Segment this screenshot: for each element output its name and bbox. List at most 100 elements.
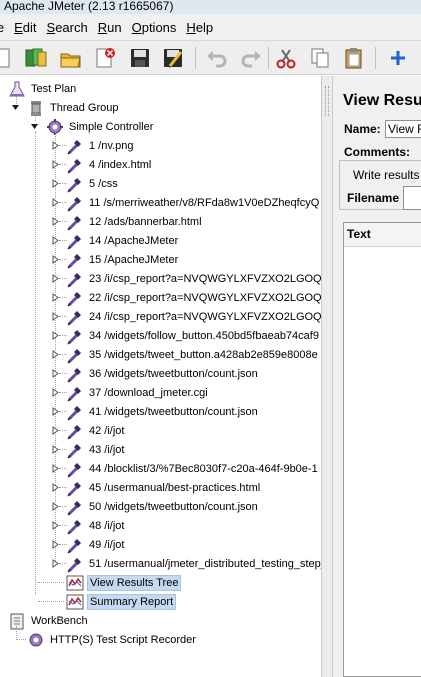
menu-help[interactable]: Help: [186, 20, 213, 35]
tree-node-label: 5 /css: [89, 177, 118, 190]
sampler-expander[interactable]: [51, 369, 60, 378]
sampler-expander[interactable]: [51, 445, 60, 454]
undo-icon[interactable]: [203, 44, 231, 72]
tree-node-label: 41 /widgets/tweetbutton/count.json: [89, 405, 258, 418]
tree-node-sampler[interactable]: 4 /index.html: [66, 155, 153, 174]
results-table: Text: [343, 222, 421, 677]
tree-node-sampler[interactable]: 48 /i/jot: [66, 516, 126, 535]
sampler-expander[interactable]: [51, 521, 60, 530]
tree-node-listener[interactable]: View Results Tree: [66, 573, 182, 592]
sampler-expander[interactable]: [51, 255, 60, 264]
tree-node-recorder[interactable]: HTTP(S) Test Script Recorder: [27, 630, 198, 649]
test-plan-tree: Test Plan Thread Group Simple Controller 1 …: [0, 76, 321, 677]
graph-icon: [66, 574, 84, 592]
tree-node-sampler[interactable]: 50 /widgets/tweetbutton/count.json: [66, 497, 260, 516]
menu-search[interactable]: Search: [47, 20, 88, 35]
name-field[interactable]: View R: [385, 120, 421, 138]
sampler-expander[interactable]: [51, 464, 60, 473]
menu-options[interactable]: Options: [132, 20, 177, 35]
sampler-expander[interactable]: [51, 141, 60, 150]
menu-run[interactable]: Run: [98, 20, 122, 35]
sampler-expander[interactable]: [51, 331, 60, 340]
tree-node-sampler[interactable]: 12 /ads/bannerbar.html: [66, 212, 204, 231]
tree-node-label: 51 /usermanual/jmeter_distributed_testin…: [89, 557, 321, 570]
flask-icon: [8, 80, 26, 98]
sampler-expander[interactable]: [51, 426, 60, 435]
filename-field[interactable]: [403, 186, 421, 210]
pipette-icon: [66, 460, 84, 478]
sampler-expander[interactable]: [51, 274, 60, 283]
sampler-expander[interactable]: [51, 483, 60, 492]
tree-node-sampler[interactable]: 5 /css: [66, 174, 120, 193]
tree-connector: [38, 582, 64, 583]
templates-icon[interactable]: [22, 44, 50, 72]
sampler-expander[interactable]: [51, 198, 60, 207]
tree-node-sampler[interactable]: 37 /download_jmeter.cgi: [66, 383, 210, 402]
sampler-expander[interactable]: [51, 217, 60, 226]
tree-node-thread-group[interactable]: Thread Group: [27, 98, 120, 117]
tree-node-sampler[interactable]: 24 /i/csp_report?a=NVQWGYLXFVZXO2LGOQ: [66, 307, 321, 326]
divider-grip[interactable]: [325, 86, 329, 116]
tree-node-sampler[interactable]: 44 /blocklist/3/%7Bec8030f7-c20a-464f-9b…: [66, 459, 320, 478]
save-icon[interactable]: [126, 44, 154, 72]
tree-node-sampler[interactable]: 22 /i/csp_report?a=NVQWGYLXFVZXO2LGOQ: [66, 288, 321, 307]
sampler-expander[interactable]: [51, 179, 60, 188]
tree-node-sampler[interactable]: 42 /i/jot: [66, 421, 126, 440]
sampler-expander[interactable]: [51, 407, 60, 416]
sampler-expander[interactable]: [51, 312, 60, 321]
sampler-expander[interactable]: [51, 540, 60, 549]
tree-node-sampler[interactable]: 49 /i/jot: [66, 535, 126, 554]
pipette-icon: [66, 498, 84, 516]
redo-icon[interactable]: [237, 44, 265, 72]
tree-node-label: HTTP(S) Test Script Recorder: [50, 633, 196, 646]
tree-node-sampler[interactable]: 15 /ApacheJMeter: [66, 250, 180, 269]
tree-node-sampler[interactable]: 1 /nv.png: [66, 136, 135, 155]
sampler-expander[interactable]: [51, 350, 60, 359]
tree-node-label: 4 /index.html: [89, 158, 152, 171]
copy-icon[interactable]: [306, 44, 334, 72]
tree-node-sampler[interactable]: 51 /usermanual/jmeter_distributed_testin…: [66, 554, 321, 573]
sampler-expander[interactable]: [51, 160, 60, 169]
tree-node-sampler[interactable]: 43 /i/jot: [66, 440, 126, 459]
menu-edit[interactable]: Edit: [14, 20, 36, 35]
tree-node-sampler[interactable]: 23 /i/csp_report?a=NVQWGYLXFVZXO2LGOQ: [66, 269, 321, 288]
save-as-icon[interactable]: [159, 44, 187, 72]
tree-node-sampler[interactable]: 36 /widgets/tweetbutton/count.json: [66, 364, 260, 383]
tree-connector: [16, 639, 26, 640]
sampler-expander[interactable]: [51, 236, 60, 245]
tree-connector: [35, 111, 36, 121]
split-pane-divider[interactable]: [321, 76, 333, 677]
pipette-icon: [66, 555, 84, 573]
tree-node-sampler[interactable]: 11 /s/merriweather/v8/RFda8w1V0eDZheqfcy…: [66, 193, 321, 212]
pipette-icon: [66, 403, 84, 421]
close-file-icon[interactable]: [91, 44, 119, 72]
tree-node-sampler[interactable]: 45 /usermanual/best-practices.html: [66, 478, 262, 497]
text-column-header[interactable]: Text: [344, 223, 421, 247]
tree-node-sampler[interactable]: 14 /ApacheJMeter: [66, 231, 180, 250]
toolbar: [0, 41, 421, 75]
paste-icon[interactable]: [340, 44, 368, 72]
tree-node-label: 1 /nv.png: [89, 139, 134, 152]
cut-icon[interactable]: [272, 44, 300, 72]
open-icon[interactable]: [57, 44, 85, 72]
expand-icon[interactable]: [384, 44, 412, 72]
tree-node-test-plan[interactable]: Test Plan: [8, 79, 78, 98]
new-icon[interactable]: [0, 44, 16, 72]
simple-controller-expander[interactable]: [30, 122, 39, 131]
tree-node-sampler[interactable]: 41 /widgets/tweetbutton/count.json: [66, 402, 260, 421]
tree-node-label: Summary Report: [87, 593, 177, 610]
tree-node-simple-controller[interactable]: Simple Controller: [46, 117, 155, 136]
tree-node-label: 45 /usermanual/best-practices.html: [89, 481, 261, 494]
thread-group-expander[interactable]: [11, 103, 20, 112]
window-title-bar: Apache JMeter (2.13 r1665067): [0, 0, 421, 14]
sampler-expander[interactable]: [51, 502, 60, 511]
tree-node-sampler[interactable]: 34 /widgets/follow_button.450bd5fbaeab74…: [66, 326, 321, 345]
sampler-expander[interactable]: [51, 559, 60, 568]
sampler-expander[interactable]: [51, 293, 60, 302]
tree-node-listener[interactable]: Summary Report: [66, 592, 177, 611]
sampler-expander[interactable]: [51, 388, 60, 397]
menu-file[interactable]: le: [0, 20, 4, 35]
tree-node-workbench[interactable]: WorkBench: [8, 611, 90, 630]
tree-node-sampler[interactable]: 35 /widgets/tweet_button.a428ab2e859e800…: [66, 345, 320, 364]
pipette-icon: [66, 346, 84, 364]
